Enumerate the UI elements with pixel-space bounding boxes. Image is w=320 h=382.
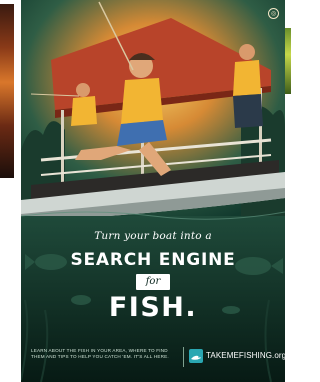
takemefishing-logo-icon bbox=[189, 349, 203, 363]
poster-connector: for bbox=[136, 274, 170, 290]
poster-headline: SEARCH ENGINE bbox=[70, 250, 236, 270]
adjacent-poster-right-edge bbox=[285, 28, 291, 94]
fishing-poster: ◎ Turn your boat into a SEARCH ENGINE fo… bbox=[21, 0, 285, 382]
poster-tagline: Turn your boat into a bbox=[94, 230, 212, 242]
adjacent-poster-left-edge bbox=[0, 4, 14, 178]
poster-footer-copy: LEARN ABOUT THE FISH IN YOUR AREA, WHERE… bbox=[31, 348, 169, 359]
footer-divider bbox=[183, 347, 184, 367]
seal-badge-icon: ◎ bbox=[268, 8, 279, 19]
boat-fishing-illustration bbox=[21, 0, 285, 382]
poster-fish-word: FISH. bbox=[108, 292, 198, 323]
brand-url: TAKEMEFISHING.org bbox=[206, 351, 285, 360]
